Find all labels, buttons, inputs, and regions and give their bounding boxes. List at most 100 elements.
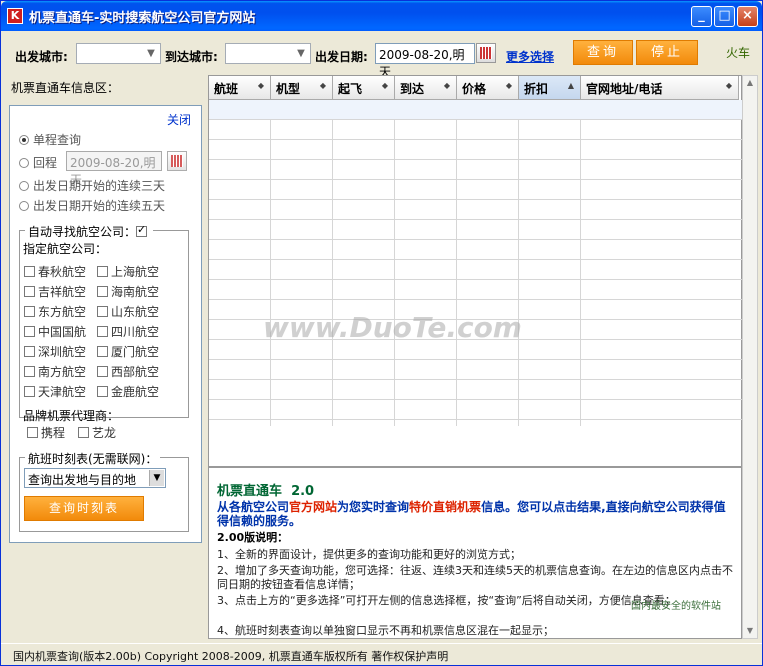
checkbox-icon[interactable]: [97, 326, 108, 337]
checkbox-icon[interactable]: [24, 286, 35, 297]
airline-checkbox[interactable]: 海南航空: [97, 283, 159, 300]
results-grid[interactable]: 航班 ◆ 机型 ◆ 起飞 ◆ 到达 ◆ 价格 ◆ 折扣 ▲ 官网地址/电话 ◆: [208, 75, 743, 467]
radio-icon[interactable]: [19, 158, 29, 168]
query-button[interactable]: 查询: [573, 40, 633, 65]
column-header[interactable]: 航班 ◆: [209, 76, 271, 100]
auto-find-checkbox[interactable]: [136, 223, 148, 237]
radio-icon[interactable]: [19, 201, 29, 211]
stop-button[interactable]: 停止: [636, 40, 698, 65]
sort-icon: ◆: [443, 81, 450, 90]
column-header[interactable]: 机型 ◆: [271, 76, 333, 100]
checkbox-icon[interactable]: [97, 266, 108, 277]
from-city-combo[interactable]: ▼: [76, 43, 161, 64]
timetable-select[interactable]: 查询出发地与目的地 ▼: [24, 468, 166, 488]
column-header[interactable]: 官网地址/电话 ◆: [581, 76, 739, 100]
column-header[interactable]: 到达 ◆: [395, 76, 457, 100]
timetable-select-value: 查询出发地与目的地: [28, 473, 137, 487]
airline-checkbox[interactable]: 四川航空: [97, 323, 159, 340]
chevron-down-icon[interactable]: ▼: [293, 45, 309, 62]
airline-label: 深圳航空: [38, 345, 87, 359]
close-button[interactable]: ×: [737, 6, 758, 27]
checkbox-icon[interactable]: [24, 326, 35, 337]
airline-checkbox[interactable]: 厦门航空: [97, 343, 159, 360]
sort-icon: ◆: [381, 81, 388, 90]
table-row[interactable]: [209, 120, 743, 140]
info-title: 机票直通车 2.0: [217, 480, 314, 499]
table-row[interactable]: [209, 260, 743, 280]
table-row[interactable]: [209, 200, 743, 220]
column-header-label: 起飞: [338, 82, 363, 96]
scroll-down-icon[interactable]: ▼: [743, 624, 757, 638]
airline-label: 四川航空: [111, 325, 160, 339]
airline-checkbox[interactable]: 东方航空: [24, 303, 86, 320]
airline-checkbox[interactable]: 深圳航空: [24, 343, 86, 360]
column-header[interactable]: 折扣 ▲: [519, 76, 581, 100]
one-way-radio[interactable]: 单程查询: [19, 131, 81, 148]
sort-icon: ◆: [725, 81, 732, 90]
airline-checkbox[interactable]: 上海航空: [97, 263, 159, 280]
table-row[interactable]: [209, 160, 743, 180]
checkbox-icon[interactable]: [78, 427, 89, 438]
checkbox-icon[interactable]: [24, 386, 35, 397]
three-days-radio[interactable]: 出发日期开始的连续三天: [19, 177, 165, 194]
note-1: 1、全新的界面设计，提供更多的查询功能和更好的浏览方式；: [217, 548, 521, 561]
table-row[interactable]: [209, 380, 743, 400]
timetable-query-button[interactable]: 查询时刻表: [24, 496, 144, 521]
table-row[interactable]: [209, 400, 743, 420]
scroll-up-icon[interactable]: ▲: [743, 76, 757, 90]
highlight-text: 官方网站: [289, 500, 338, 514]
five-days-radio[interactable]: 出发日期开始的连续五天: [19, 197, 165, 214]
to-city-combo[interactable]: ▼: [225, 43, 311, 64]
column-header[interactable]: 价格 ◆: [457, 76, 519, 100]
checkbox-icon[interactable]: [24, 366, 35, 377]
title-bar[interactable]: K 机票直通车-实时搜索航空公司官方网站 _ □ ×: [1, 1, 762, 31]
airline-checkbox[interactable]: 南方航空: [24, 363, 86, 380]
checkbox-icon[interactable]: [24, 306, 35, 317]
maximize-button[interactable]: □: [714, 6, 735, 27]
checkbox-icon[interactable]: [24, 266, 35, 277]
train-link[interactable]: 火车: [726, 44, 750, 61]
checkbox-icon[interactable]: [97, 386, 108, 397]
column-header[interactable]: 起飞 ◆: [333, 76, 395, 100]
radio-icon[interactable]: [19, 181, 29, 191]
airline-checkbox[interactable]: 春秋航空: [24, 263, 86, 280]
airline-checkbox[interactable]: 中国国航: [24, 323, 86, 340]
table-row[interactable]: [209, 140, 743, 160]
agent-ctrip[interactable]: 携程: [27, 424, 65, 441]
chevron-down-icon[interactable]: ▼: [143, 45, 159, 62]
table-row[interactable]: [209, 360, 743, 380]
airline-checkbox[interactable]: 吉祥航空: [24, 283, 86, 300]
checkbox-icon[interactable]: [97, 286, 108, 297]
airline-label: 春秋航空: [38, 265, 87, 279]
airline-label: 东方航空: [38, 305, 87, 319]
agent-elong-label: 艺龙: [92, 426, 117, 440]
depart-date-field[interactable]: 2009-08-20,明天: [375, 43, 475, 79]
radio-selected-icon[interactable]: [19, 135, 29, 145]
airline-label: 天津航空: [38, 385, 87, 399]
more-options-link[interactable]: 更多选择: [506, 48, 554, 65]
vertical-scrollbar[interactable]: ▲ ▼: [742, 75, 758, 639]
airline-checkbox[interactable]: 金鹿航空: [97, 383, 159, 400]
table-row[interactable]: [209, 100, 743, 120]
agent-elong[interactable]: 艺龙: [78, 424, 116, 441]
table-row[interactable]: [209, 220, 743, 240]
table-row[interactable]: [209, 240, 743, 260]
return-date-field[interactable]: 2009-08-20,明天: [66, 151, 162, 187]
calendar-icon[interactable]: [476, 43, 496, 63]
checkbox-icon[interactable]: [97, 366, 108, 377]
chevron-down-icon[interactable]: ▼: [149, 470, 164, 486]
round-trip-radio[interactable]: 回程: [19, 154, 57, 171]
calendar-icon[interactable]: [167, 151, 187, 171]
airline-checkbox[interactable]: 山东航空: [97, 303, 159, 320]
minimize-button[interactable]: _: [691, 6, 712, 27]
airline-checkbox[interactable]: 西部航空: [97, 363, 159, 380]
checkbox-icon[interactable]: [97, 346, 108, 357]
airline-checkbox[interactable]: 天津航空: [24, 383, 86, 400]
table-row[interactable]: [209, 280, 743, 300]
checkbox-icon[interactable]: [24, 346, 35, 357]
checkbox-icon[interactable]: [97, 306, 108, 317]
table-row[interactable]: [209, 180, 743, 200]
panel-close-link[interactable]: 关闭: [167, 111, 191, 128]
checkbox-icon[interactable]: [27, 427, 38, 438]
three-days-label: 出发日期开始的连续三天: [33, 179, 166, 193]
